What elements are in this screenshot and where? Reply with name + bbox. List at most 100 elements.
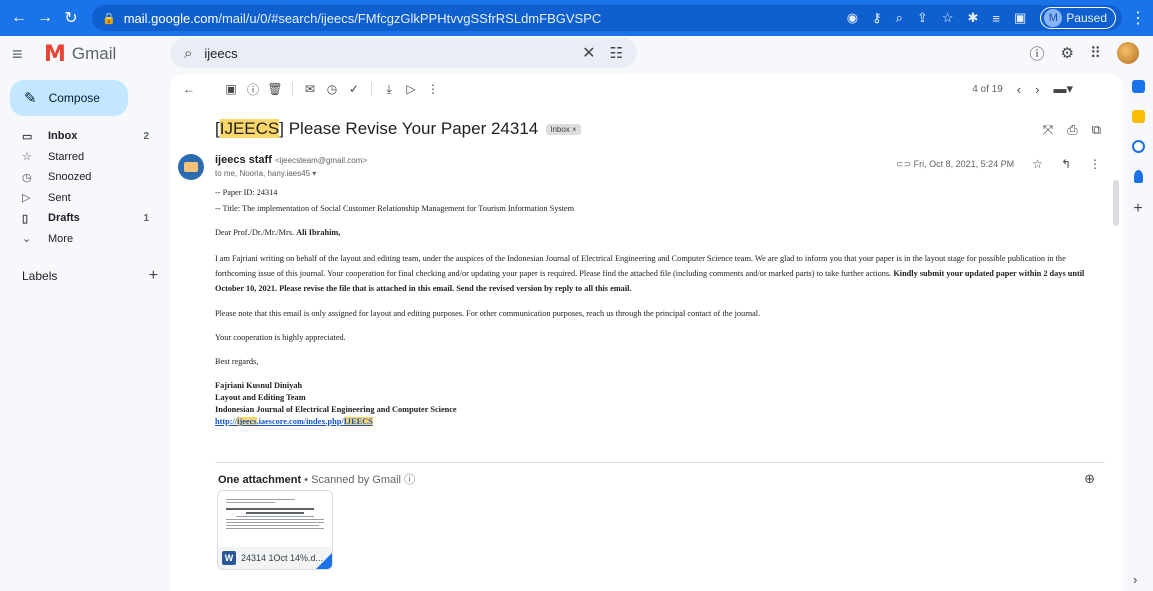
email-view: ← ▣ ⓘ 🗑 ✉ ◷ ✓ ⤓ ▷ ⋮ 4 of 19 ‹ › ▬▾ [IJEE…	[170, 74, 1123, 591]
key-icon[interactable]: ⚷	[872, 10, 882, 26]
profile-button[interactable]: M Paused	[1040, 7, 1116, 29]
reply-icon[interactable]: ↰	[1061, 157, 1071, 171]
paragraph-1: I am Fajriani writing on behalf of the l…	[215, 251, 1105, 296]
attachment-title: One attachment	[218, 474, 302, 486]
add-label-icon[interactable]: +	[149, 267, 158, 285]
signature-team-text: Layout and Editing Team	[215, 393, 306, 402]
browser-menu-icon[interactable]: ⋮	[1130, 8, 1146, 28]
input-tools-icon[interactable]: ▬▾	[1053, 81, 1073, 97]
newer-icon[interactable]: ‹	[1017, 82, 1021, 97]
sidebar-item-starred[interactable]: ☆ Starred	[0, 147, 165, 168]
header-actions: ⓘ ⚙ ⠿	[1030, 42, 1139, 64]
move-to-icon[interactable]: ⤓	[378, 82, 400, 97]
bookmark-star-icon[interactable]: ☆	[942, 10, 954, 26]
back-icon[interactable]: ←	[8, 7, 30, 29]
page-fold-icon	[316, 553, 332, 569]
toolbar-divider	[292, 82, 293, 96]
delete-icon[interactable]: 🗑	[264, 82, 286, 96]
sidebar-item-drafts[interactable]: ▯ Drafts 1	[0, 208, 165, 229]
draft-icon: ▯	[22, 212, 29, 225]
sidebar-item-label: Inbox	[48, 130, 78, 143]
get-addons-icon[interactable]: +	[1133, 200, 1142, 218]
inbox-icon: ▭	[22, 130, 33, 143]
journal-link-line: http://ijeecs.iaescore.com/index.php/IJE…	[215, 416, 1105, 428]
star-message-icon[interactable]: ☆	[1032, 157, 1043, 171]
main-menu-icon[interactable]: ≡	[12, 44, 32, 65]
tasks-icon[interactable]	[1131, 140, 1145, 153]
extensions-icon[interactable]: ✱	[968, 10, 979, 26]
signature-name: Fajriani Kusnul Diniyah	[215, 380, 1105, 392]
sender-avatar[interactable]	[178, 154, 204, 180]
sidebar-item-label: Snoozed	[48, 171, 92, 184]
journal-link[interactable]: http://ijeecs.iaescore.com/index.php/IJE…	[215, 417, 373, 426]
keep-icon[interactable]	[1131, 110, 1145, 123]
label-icon[interactable]: ▷	[400, 82, 422, 96]
attachment-filename: 24314 1Oct 14%.d...	[241, 553, 324, 563]
sidebar-item-snoozed[interactable]: ◷ Snoozed	[0, 167, 165, 188]
sender-name[interactable]: ijeecs staff	[215, 154, 272, 166]
info-icon[interactable]: ⓘ	[404, 474, 415, 486]
back-to-list-icon[interactable]: ←	[178, 82, 200, 96]
zoom-icon[interactable]: ⌕	[896, 10, 903, 26]
pagination: 4 of 19 ‹ › ▬▾	[972, 81, 1073, 97]
chevron-down-icon: ⌄	[22, 233, 32, 246]
link-part-3: .iaescore.com/index.php/	[256, 417, 344, 426]
draft-count: 1	[143, 212, 149, 224]
archive-icon[interactable]: ▣	[220, 82, 242, 96]
eye-icon[interactable]: ◉	[847, 10, 858, 26]
show-side-panel-icon[interactable]: ›	[1133, 572, 1137, 587]
search-icon[interactable]: ⌕	[184, 45, 192, 62]
older-icon[interactable]: ›	[1035, 82, 1039, 97]
report-spam-icon[interactable]: ⓘ	[242, 81, 264, 98]
inbox-label-badge[interactable]: Inbox ×	[546, 123, 581, 135]
subject-actions: ⤧ ⎙ ⧉	[1043, 122, 1101, 138]
account-avatar[interactable]	[1117, 42, 1139, 64]
more-options-icon[interactable]: ⋮	[422, 82, 444, 96]
gmail-logo[interactable]: M Gmail	[44, 42, 116, 67]
collapse-all-icon[interactable]: ⤧	[1043, 122, 1053, 138]
help-icon[interactable]: ⓘ	[1030, 43, 1045, 64]
profile-status: Paused	[1066, 11, 1107, 25]
paper-id: -- Paper ID: 24314	[215, 188, 278, 197]
sidebar-item-sent[interactable]: ▷ Sent	[0, 188, 165, 209]
search-bar: ⌕ ✕ ☷	[170, 38, 637, 68]
add-task-icon[interactable]: ✓	[343, 82, 365, 96]
forward-icon[interactable]: →	[34, 7, 56, 29]
new-window-icon[interactable]: ⧉	[1092, 122, 1101, 138]
email-body: -- Paper ID: 24314 -- Title: The impleme…	[215, 187, 1105, 428]
reading-list-icon[interactable]: ≡	[992, 11, 1000, 26]
recipients[interactable]: to me, Nooria, hany.iaes45 ▾	[215, 169, 367, 178]
attachment-header: One attachment • Scanned by Gmail ⓘ	[218, 471, 415, 487]
sidebar-item-label: Starred	[48, 150, 85, 163]
apps-grid-icon[interactable]: ⠿	[1090, 44, 1101, 62]
search-input[interactable]	[204, 45, 583, 61]
share-icon[interactable]: ⇪	[917, 10, 928, 26]
sidebar-item-more[interactable]: ⌄ More	[0, 229, 165, 250]
sidebar-item-inbox[interactable]: ▭ Inbox 2	[0, 126, 165, 147]
contacts-icon[interactable]	[1133, 170, 1143, 183]
labels-header: Labels +	[22, 267, 158, 285]
address-bar-icons: ◉ ⚷ ⌕ ⇪ ☆ ✱ ≡ ▣ M Paused	[847, 7, 1122, 29]
sidebar-item-label: More	[48, 232, 74, 245]
greeting-prefix: Dear Prof./Dr./Mr./Mrs.	[215, 228, 295, 237]
sender-info: ijeecs staff <ijeecsteam@gmail.com> to m…	[215, 154, 367, 178]
signature-journal: Indonesian Journal of Electrical Enginee…	[215, 404, 1105, 416]
gmail-header: ≡ M Gmail ⌕ ✕ ☷ ⓘ ⚙ ⠿	[0, 36, 1153, 72]
snooze-icon[interactable]: ◷	[321, 82, 343, 96]
compose-button[interactable]: ✎ Compose	[10, 80, 128, 116]
browser-toolbar: ← → ↻ 🔒 mail.google.com /mail/u/0/#searc…	[0, 0, 1153, 36]
print-icon[interactable]: ⎙	[1067, 122, 1077, 138]
reload-icon[interactable]: ↻	[60, 7, 82, 29]
calendar-icon[interactable]	[1131, 80, 1145, 93]
scrollbar-thumb[interactable]	[1113, 180, 1119, 226]
side-panel-icon[interactable]: ▣	[1014, 10, 1026, 26]
email-date: ⊂⊃ Fri, Oct 8, 2021, 5:24 PM	[896, 159, 1014, 170]
mark-unread-icon[interactable]: ✉	[299, 82, 321, 96]
attachment-thumbnail[interactable]: W 24314 1Oct 14%.d...	[217, 490, 333, 570]
message-more-icon[interactable]: ⋮	[1089, 157, 1101, 171]
add-to-drive-icon[interactable]: ⊕	[1084, 471, 1095, 487]
search-options-icon[interactable]: ☷	[610, 44, 623, 62]
clear-search-icon[interactable]: ✕	[582, 43, 595, 63]
address-bar[interactable]: 🔒 mail.google.com /mail/u/0/#search/ijee…	[92, 5, 1122, 31]
settings-gear-icon[interactable]: ⚙	[1061, 44, 1074, 62]
